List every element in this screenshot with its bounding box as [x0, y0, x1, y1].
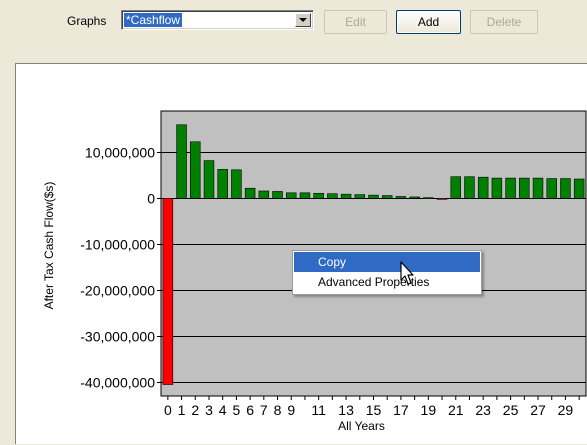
bar[interactable] — [340, 193, 352, 199]
x-tick-label: 21 — [448, 402, 464, 418]
bar[interactable] — [546, 178, 557, 199]
bar[interactable] — [395, 196, 407, 199]
graph-select-value: *Cashflow — [124, 13, 183, 27]
bar[interactable] — [258, 190, 270, 199]
x-tick-label: 11 — [311, 402, 326, 418]
bar[interactable] — [573, 178, 585, 199]
x-tick-label: 27 — [530, 402, 546, 418]
bar[interactable] — [299, 192, 311, 199]
context-menu: Copy Advanced Properties — [292, 250, 482, 295]
bar[interactable] — [491, 177, 503, 199]
x-tick-label: 17 — [393, 402, 409, 418]
x-tick-label: 3 — [205, 402, 213, 418]
bar[interactable] — [423, 197, 434, 199]
bar[interactable] — [313, 192, 324, 199]
bar[interactable] — [368, 194, 379, 199]
x-tick-label: 2 — [191, 402, 199, 418]
bar[interactable] — [450, 176, 461, 199]
menu-item-advanced-properties[interactable]: Advanced Properties — [294, 272, 480, 292]
x-tick-label: 1 — [178, 402, 186, 418]
chevron-down-icon[interactable] — [295, 13, 311, 27]
y-tick-label: 10,000,000 — [85, 145, 155, 161]
y-tick-label: 0 — [147, 191, 155, 207]
x-tick-label: 15 — [366, 402, 382, 418]
bar[interactable] — [327, 193, 338, 199]
bar[interactable] — [505, 177, 516, 199]
bar[interactable] — [436, 198, 448, 200]
bar[interactable] — [176, 124, 187, 199]
x-tick-label: 29 — [558, 402, 574, 418]
y-axis-label: After Tax Cash Flow($s) — [42, 182, 56, 310]
bar[interactable] — [354, 194, 366, 199]
y-tick-label: -20,000,000 — [80, 283, 155, 299]
bar[interactable] — [190, 141, 201, 199]
y-tick-label: -10,000,000 — [80, 237, 155, 253]
hand-cursor-icon — [400, 261, 414, 285]
graphs-label: Graphs — [67, 14, 107, 28]
add-button[interactable]: Add — [396, 10, 461, 34]
y-tick-label: -30,000,000 — [80, 329, 155, 345]
x-axis-label: All Years — [338, 419, 385, 433]
x-tick-label: 4 — [219, 402, 227, 418]
bar[interactable] — [286, 192, 297, 199]
bar[interactable] — [519, 177, 530, 199]
bar[interactable] — [532, 177, 544, 199]
graph-toolbar: Graphs *Cashflow Edit Add Delete — [0, 0, 587, 44]
x-tick-label: 13 — [338, 402, 354, 418]
menu-item-copy[interactable]: Copy — [294, 252, 480, 272]
x-tick-label: 7 — [260, 402, 268, 418]
bar[interactable] — [162, 198, 174, 385]
x-tick-label: 9 — [287, 402, 295, 418]
bar[interactable] — [409, 196, 420, 199]
graph-select-dropdown[interactable]: *Cashflow — [121, 10, 314, 30]
bar[interactable] — [464, 176, 475, 199]
x-tick-label: 23 — [475, 402, 491, 418]
bar[interactable] — [560, 178, 571, 199]
bar[interactable] — [231, 169, 242, 199]
x-tick-label: 0 — [164, 402, 172, 418]
bar[interactable] — [203, 160, 215, 199]
bar[interactable] — [381, 195, 393, 199]
y-tick-label: -40,000,000 — [80, 375, 155, 391]
bar[interactable] — [217, 169, 228, 199]
x-tick-label: 5 — [233, 402, 241, 418]
bar[interactable] — [477, 176, 489, 199]
x-tick-label: 19 — [421, 402, 437, 418]
x-tick-label: 25 — [503, 402, 519, 418]
delete-button[interactable]: Delete — [470, 10, 538, 34]
bar[interactable] — [272, 191, 283, 199]
bar[interactable] — [244, 187, 256, 199]
x-tick-label: 6 — [246, 402, 254, 418]
edit-button[interactable]: Edit — [324, 10, 387, 34]
x-tick-label: 8 — [274, 402, 282, 418]
